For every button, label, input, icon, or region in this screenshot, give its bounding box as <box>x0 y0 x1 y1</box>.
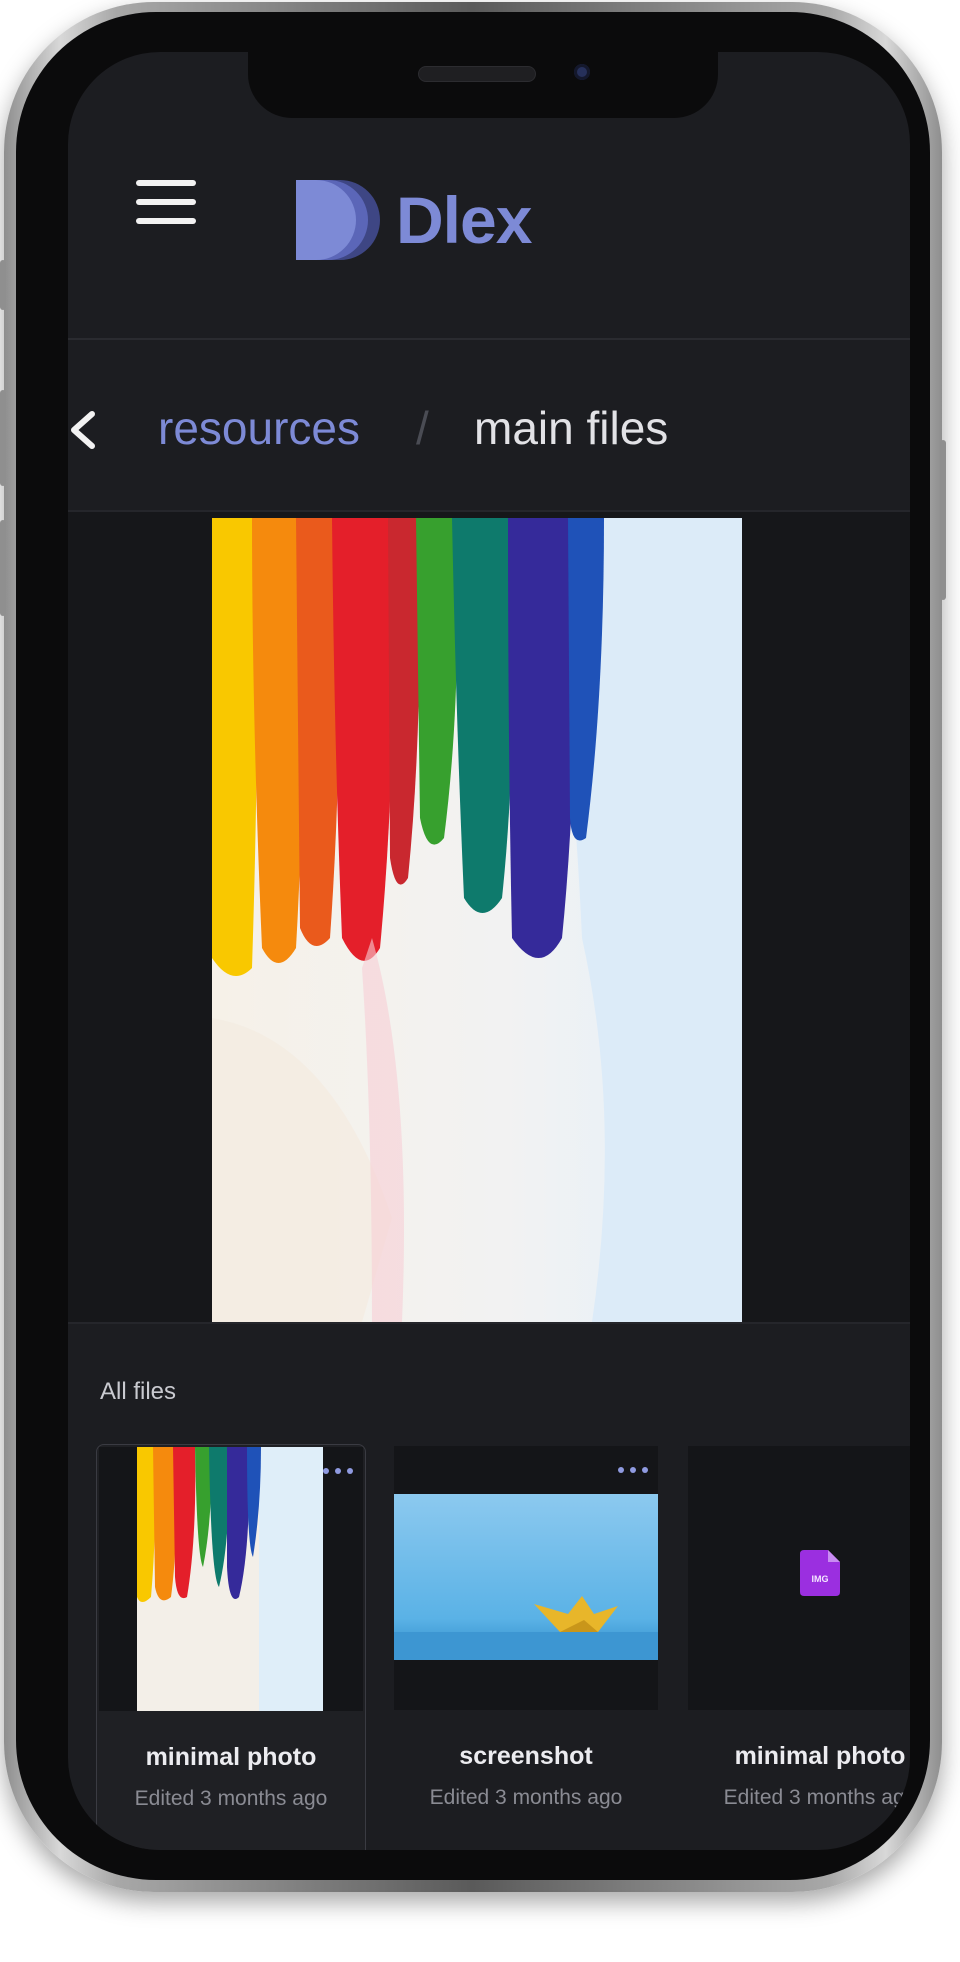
file-card[interactable]: minimal photo Edited 3 months ago <box>96 1444 366 1850</box>
files-divider <box>68 1322 910 1324</box>
file-thumbnail: IMG <box>688 1446 910 1710</box>
side-button-left <box>0 520 6 616</box>
file-name: minimal photo <box>734 1742 906 1770</box>
side-button-left <box>0 260 6 310</box>
dlex-logo-icon <box>296 180 380 260</box>
file-name: screenshot <box>459 1742 593 1770</box>
header-divider <box>68 338 910 340</box>
breadcrumb-parent[interactable]: resources <box>158 396 360 460</box>
side-button-left <box>0 390 6 486</box>
more-horizontal-icon[interactable] <box>618 1464 648 1476</box>
breadcrumb-separator: / <box>416 402 429 454</box>
file-meta: Edited 3 months ago <box>134 1787 328 1810</box>
hamburger-icon[interactable] <box>136 180 196 224</box>
file-thumbnail <box>99 1447 363 1711</box>
file-meta: Edited 3 months ago <box>429 1786 623 1809</box>
chevron-left-icon[interactable] <box>68 404 108 456</box>
image-file-icon: IMG <box>800 1550 840 1596</box>
app-brand: Dlex <box>396 183 532 257</box>
svg-text:IMG: IMG <box>812 1574 829 1584</box>
front-camera <box>574 64 590 80</box>
file-card[interactable]: IMG minimal photo Edited 3 months ago <box>686 1444 910 1850</box>
more-horizontal-icon[interactable] <box>323 1465 353 1477</box>
file-meta: Edited 3 months ago <box>723 1786 910 1809</box>
section-title: All files <box>100 1378 177 1405</box>
side-button-right <box>940 440 946 600</box>
breadcrumb-current: main files <box>474 402 669 454</box>
file-thumbnail <box>394 1446 658 1710</box>
notch <box>248 52 718 118</box>
file-preview-image[interactable] <box>212 518 742 1322</box>
file-name: minimal photo <box>145 1743 317 1771</box>
screen: Dlex resources / main files All files mi… <box>68 52 910 1850</box>
file-card[interactable]: screenshot Edited 3 months ago <box>392 1444 660 1850</box>
speaker <box>418 66 536 82</box>
